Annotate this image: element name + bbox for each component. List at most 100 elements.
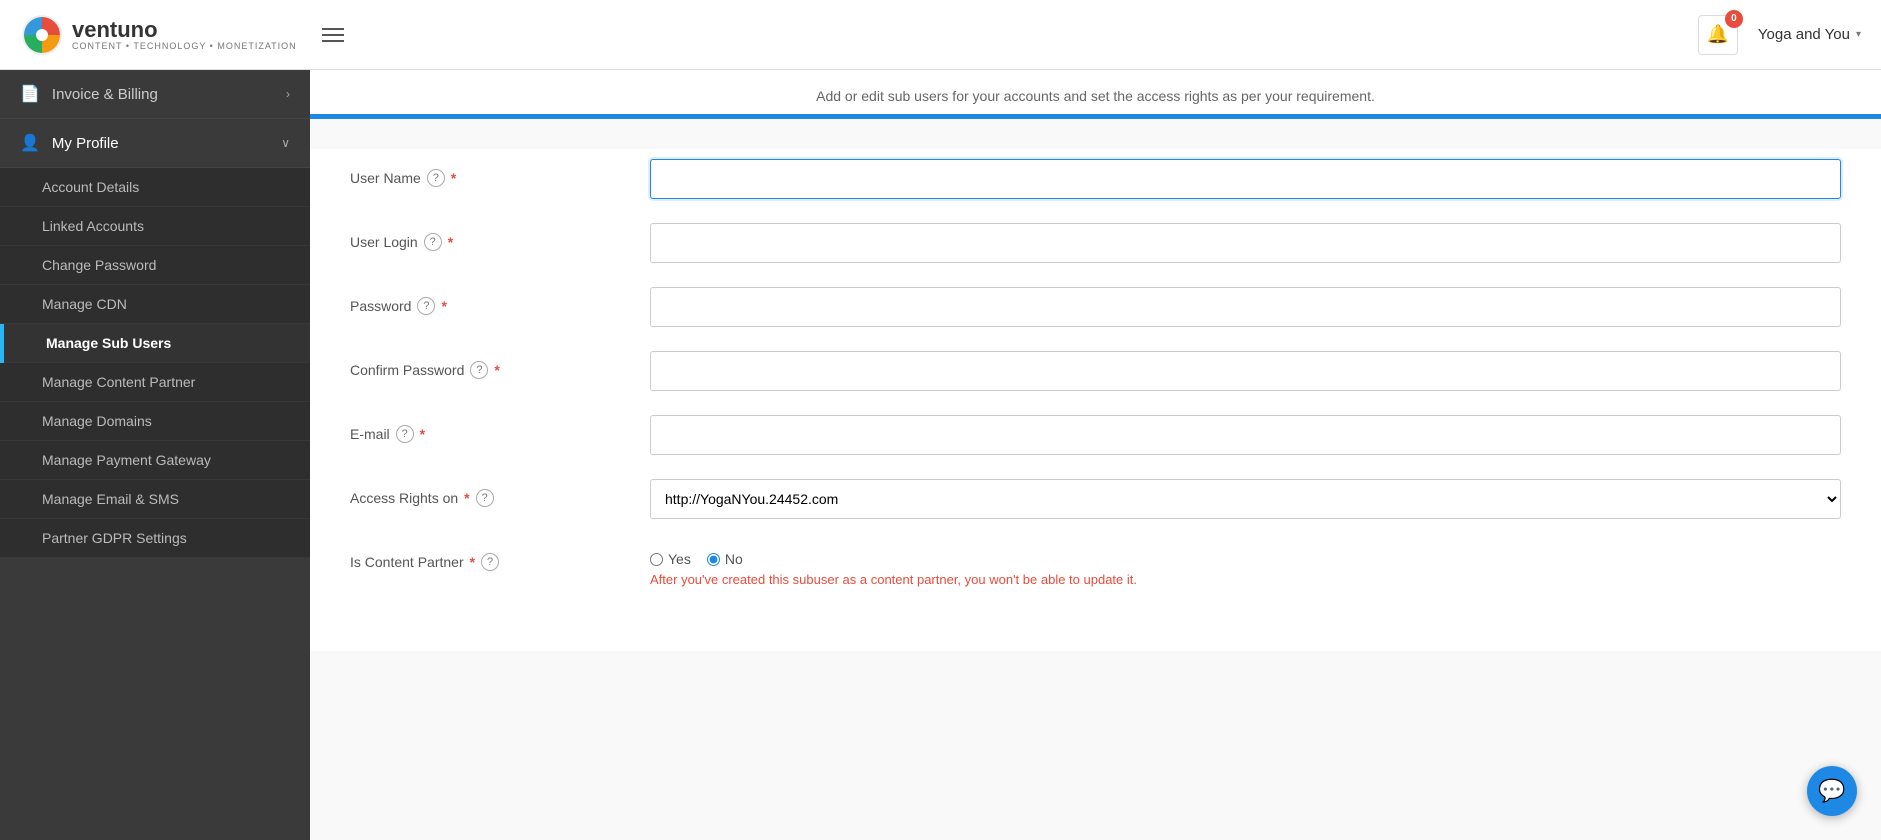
- sidebar-item-partner-gdpr[interactable]: Partner GDPR Settings: [0, 519, 310, 558]
- invoice-billing-chevron: ›: [286, 87, 290, 101]
- password-input[interactable]: [650, 287, 1841, 327]
- sidebar-item-manage-cdn[interactable]: Manage CDN: [0, 285, 310, 324]
- hamburger-menu[interactable]: [317, 23, 349, 47]
- username-help-icon[interactable]: ?: [427, 169, 445, 187]
- notification-button[interactable]: 🔔 0: [1698, 15, 1738, 55]
- manage-payment-gateway-label: Manage Payment Gateway: [42, 452, 211, 468]
- userlogin-help-icon[interactable]: ?: [424, 233, 442, 251]
- chat-button[interactable]: 💬: [1807, 766, 1857, 816]
- sidebar-item-manage-sub-users[interactable]: Manage Sub Users: [0, 324, 310, 363]
- sub-item-wrapper-linked-accounts: Linked Accounts: [0, 207, 310, 246]
- invoice-billing-left: 📄 Invoice & Billing: [20, 84, 158, 104]
- form-row-email: E-mail ? *: [350, 415, 1841, 455]
- logo-icon: [20, 13, 64, 57]
- sidebar-item-manage-content-partner[interactable]: Manage Content Partner: [0, 363, 310, 402]
- access-rights-select[interactable]: http://YogaNYou.24452.com: [650, 479, 1841, 519]
- sidebar-item-manage-domains[interactable]: Manage Domains: [0, 402, 310, 441]
- user-menu-chevron: ▾: [1856, 29, 1861, 40]
- content-partner-help-icon[interactable]: ?: [481, 553, 499, 571]
- my-profile-label: My Profile: [52, 135, 119, 152]
- content-partner-required: *: [470, 554, 475, 570]
- sidebar-item-invoice-billing[interactable]: 📄 Invoice & Billing ›: [0, 70, 310, 119]
- sub-item-wrapper-manage-email-sms: Manage Email & SMS: [0, 480, 310, 519]
- content-partner-yes-label[interactable]: Yes: [650, 551, 691, 567]
- bell-icon: 🔔: [1707, 24, 1729, 45]
- confirm-password-help-icon[interactable]: ?: [470, 361, 488, 379]
- manage-cdn-label: Manage CDN: [42, 296, 127, 312]
- document-icon: 📄: [20, 84, 40, 104]
- sidebar-item-linked-accounts[interactable]: Linked Accounts: [0, 207, 310, 246]
- confirm-password-required: *: [494, 362, 499, 378]
- password-help-icon[interactable]: ?: [417, 297, 435, 315]
- user-menu[interactable]: Yoga and You ▾: [1758, 26, 1861, 43]
- content-partner-note: After you've created this subuser as a c…: [650, 572, 1841, 587]
- form-row-userlogin: User Login ? *: [350, 223, 1841, 263]
- userlogin-required: *: [448, 234, 453, 250]
- logo-text: ventuno CONTENT • TECHNOLOGY • MONETIZAT…: [72, 19, 297, 51]
- sidebar-item-my-profile[interactable]: 👤 My Profile ∨: [0, 119, 310, 168]
- sub-item-wrapper-partner-gdpr: Partner GDPR Settings: [0, 519, 310, 558]
- form-row-password: Password ? *: [350, 287, 1841, 327]
- sidebar-item-change-password[interactable]: Change Password: [0, 246, 310, 285]
- content-partner-yes-radio[interactable]: [650, 553, 663, 566]
- sub-item-wrapper-manage-domains: Manage Domains: [0, 402, 310, 441]
- header-left: ventuno CONTENT • TECHNOLOGY • MONETIZAT…: [20, 13, 349, 57]
- access-rights-label: Access Rights on * ?: [350, 479, 630, 507]
- active-bar: [0, 324, 4, 363]
- change-password-label: Change Password: [42, 257, 156, 273]
- layout: 📄 Invoice & Billing › 👤 My Profile ∨ Acc…: [0, 70, 1881, 840]
- form-row-content-partner: Is Content Partner * ? Yes No: [350, 543, 1841, 587]
- confirm-password-label: Confirm Password ? *: [350, 351, 630, 379]
- blue-bar: [310, 114, 1881, 119]
- linked-accounts-label: Linked Accounts: [42, 218, 144, 234]
- form-row-confirm-password: Confirm Password ? *: [350, 351, 1841, 391]
- sub-item-wrapper-manage-cdn: Manage CDN: [0, 285, 310, 324]
- userlogin-input[interactable]: [650, 223, 1841, 263]
- logo: ventuno CONTENT • TECHNOLOGY • MONETIZAT…: [20, 13, 297, 57]
- sidebar-item-manage-email-sms[interactable]: Manage Email & SMS: [0, 480, 310, 519]
- form-row-username: User Name ? *: [350, 159, 1841, 199]
- invoice-billing-label: Invoice & Billing: [52, 86, 158, 103]
- confirm-password-input[interactable]: [650, 351, 1841, 391]
- username-input[interactable]: [650, 159, 1841, 199]
- my-profile-left: 👤 My Profile: [20, 133, 119, 153]
- chat-icon: 💬: [1818, 778, 1845, 804]
- password-required: *: [441, 298, 446, 314]
- content-partner-label: Is Content Partner * ?: [350, 543, 630, 571]
- content-partner-no-label[interactable]: No: [707, 551, 743, 567]
- sub-item-wrapper-manage-content-partner: Manage Content Partner: [0, 363, 310, 402]
- access-rights-required: *: [464, 490, 469, 506]
- sub-item-wrapper-manage-sub-users: Manage Sub Users: [0, 324, 310, 363]
- email-required: *: [420, 426, 425, 442]
- userlogin-label: User Login ? *: [350, 223, 630, 251]
- form-row-access-rights: Access Rights on * ? http://YogaNYou.244…: [350, 479, 1841, 519]
- user-name: Yoga and You: [1758, 26, 1850, 43]
- logo-name: ventuno: [72, 19, 297, 41]
- manage-domains-label: Manage Domains: [42, 413, 152, 429]
- sidebar-item-manage-payment-gateway[interactable]: Manage Payment Gateway: [0, 441, 310, 480]
- partner-gdpr-label: Partner GDPR Settings: [42, 530, 187, 546]
- email-input[interactable]: [650, 415, 1841, 455]
- username-label: User Name ? *: [350, 159, 630, 187]
- sub-item-wrapper-change-password: Change Password: [0, 246, 310, 285]
- sub-item-wrapper-account-details: Account Details: [0, 168, 310, 207]
- password-label: Password ? *: [350, 287, 630, 315]
- content-partner-no-radio[interactable]: [707, 553, 720, 566]
- email-help-icon[interactable]: ?: [396, 425, 414, 443]
- content-partner-field-col: Yes No After you've created this subuser…: [650, 543, 1841, 587]
- manage-sub-users-label: Manage Sub Users: [46, 335, 171, 351]
- my-profile-chevron: ∨: [281, 136, 290, 150]
- sidebar-item-account-details[interactable]: Account Details: [0, 168, 310, 207]
- form-container: User Name ? * User Login ? * Password: [310, 149, 1881, 651]
- page-description: Add or edit sub users for your accounts …: [310, 70, 1881, 114]
- content-partner-radio-group: Yes No: [650, 543, 1841, 567]
- notification-badge: 0: [1725, 10, 1743, 28]
- email-label: E-mail ? *: [350, 415, 630, 443]
- sub-item-wrapper-manage-payment-gateway: Manage Payment Gateway: [0, 441, 310, 480]
- header: ventuno CONTENT • TECHNOLOGY • MONETIZAT…: [0, 0, 1881, 70]
- manage-email-sms-label: Manage Email & SMS: [42, 491, 179, 507]
- access-rights-help-icon[interactable]: ?: [476, 489, 494, 507]
- sidebar: 📄 Invoice & Billing › 👤 My Profile ∨ Acc…: [0, 70, 310, 840]
- person-icon: 👤: [20, 133, 40, 153]
- manage-content-partner-label: Manage Content Partner: [42, 374, 195, 390]
